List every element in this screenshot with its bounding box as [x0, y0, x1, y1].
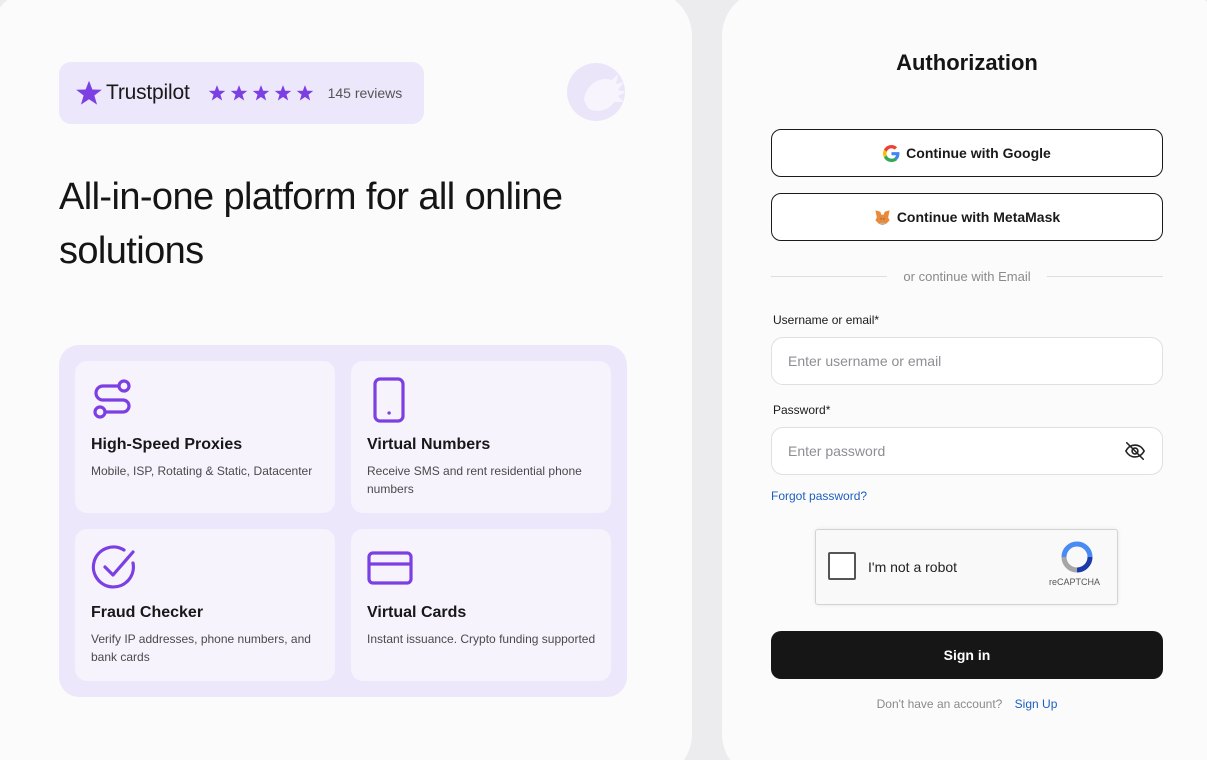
recaptcha-widget: I'm not a robot reCAPTCHA: [815, 529, 1118, 605]
divider-line: [1046, 275, 1164, 277]
headline: All-in-one platform for all online solut…: [59, 176, 563, 272]
google-button-label: Continue with Google: [906, 145, 1051, 161]
feature-description: Mobile, ISP, Rotating & Static, Datacent…: [91, 464, 313, 478]
check-circle-icon: [91, 545, 135, 589]
phone-icon: [373, 377, 405, 423]
google-icon: [883, 144, 900, 162]
star-icon: [230, 85, 247, 101]
credit-card-icon: [367, 551, 413, 585]
signup-row: Don't have an account? Sign Up: [771, 697, 1163, 711]
star-icon: [208, 85, 225, 101]
no-account-text: Don't have an account?: [876, 697, 1003, 711]
username-label: Username or email*: [773, 313, 880, 327]
forgot-password-link[interactable]: Forgot password?: [771, 489, 867, 503]
route-icon: [93, 379, 131, 419]
divider: or continue with Email: [771, 266, 1164, 286]
password-label: Password*: [773, 403, 831, 417]
mascot-icon: [567, 63, 626, 121]
trustpilot-badge[interactable]: Trustpilot 145 reviews: [59, 62, 424, 124]
password-field-container: [771, 427, 1163, 475]
username-input[interactable]: [788, 353, 1146, 369]
metamask-fox-icon: [875, 209, 890, 225]
continue-with-metamask-button[interactable]: Continue with MetaMask: [771, 193, 1163, 241]
recaptcha-label: I'm not a robot: [868, 559, 958, 575]
feature-card-numbers[interactable]: Virtual Numbers Receive SMS and rent res…: [351, 361, 611, 513]
sign-up-link[interactable]: Sign Up: [1015, 697, 1058, 711]
username-field-container: [771, 337, 1163, 385]
auth-title: Authorization: [896, 50, 1038, 75]
password-input[interactable]: [788, 443, 1124, 459]
sign-in-button[interactable]: Sign in: [771, 631, 1163, 679]
divider-line: [771, 275, 888, 277]
trustpilot-logo: Trustpilot: [75, 79, 190, 107]
star-icon: [274, 85, 291, 101]
star-icon: [296, 85, 313, 101]
feature-title: Fraud Checker: [91, 604, 204, 621]
trustpilot-name: Trustpilot: [106, 81, 190, 104]
recaptcha-logo-icon: [1061, 541, 1093, 573]
feature-card-cards[interactable]: Virtual Cards Instant issuance. Crypto f…: [351, 529, 611, 681]
continue-with-google-button[interactable]: Continue with Google: [771, 129, 1163, 177]
features-grid: High-Speed Proxies Mobile, ISP, Rotating…: [59, 345, 627, 697]
feature-description: Instant issuance. Crypto funding support…: [367, 632, 596, 646]
recaptcha-checkbox[interactable]: [828, 552, 856, 580]
feature-title: High-Speed Proxies: [91, 436, 243, 453]
star-icon: [252, 85, 269, 101]
eye-off-icon[interactable]: [1124, 440, 1146, 462]
feature-card-fraud[interactable]: Fraud Checker Verify IP addresses, phone…: [75, 529, 335, 681]
feature-description: Verify IP addresses, phone numbers, and …: [91, 632, 311, 664]
feature-title: Virtual Cards: [367, 604, 467, 621]
metamask-button-label: Continue with MetaMask: [896, 209, 1061, 225]
divider-text: or continue with Email: [903, 268, 1031, 284]
feature-card-proxies[interactable]: High-Speed Proxies Mobile, ISP, Rotating…: [75, 361, 335, 513]
trustpilot-star-icon: [76, 80, 102, 105]
feature-title: Virtual Numbers: [367, 436, 491, 453]
feature-description: Receive SMS and rent residential phone n…: [367, 464, 582, 496]
reviews-count: 145 reviews: [327, 85, 403, 101]
rating-stars: [208, 84, 314, 102]
recaptcha-brand: reCAPTCHA: [1049, 577, 1101, 587]
